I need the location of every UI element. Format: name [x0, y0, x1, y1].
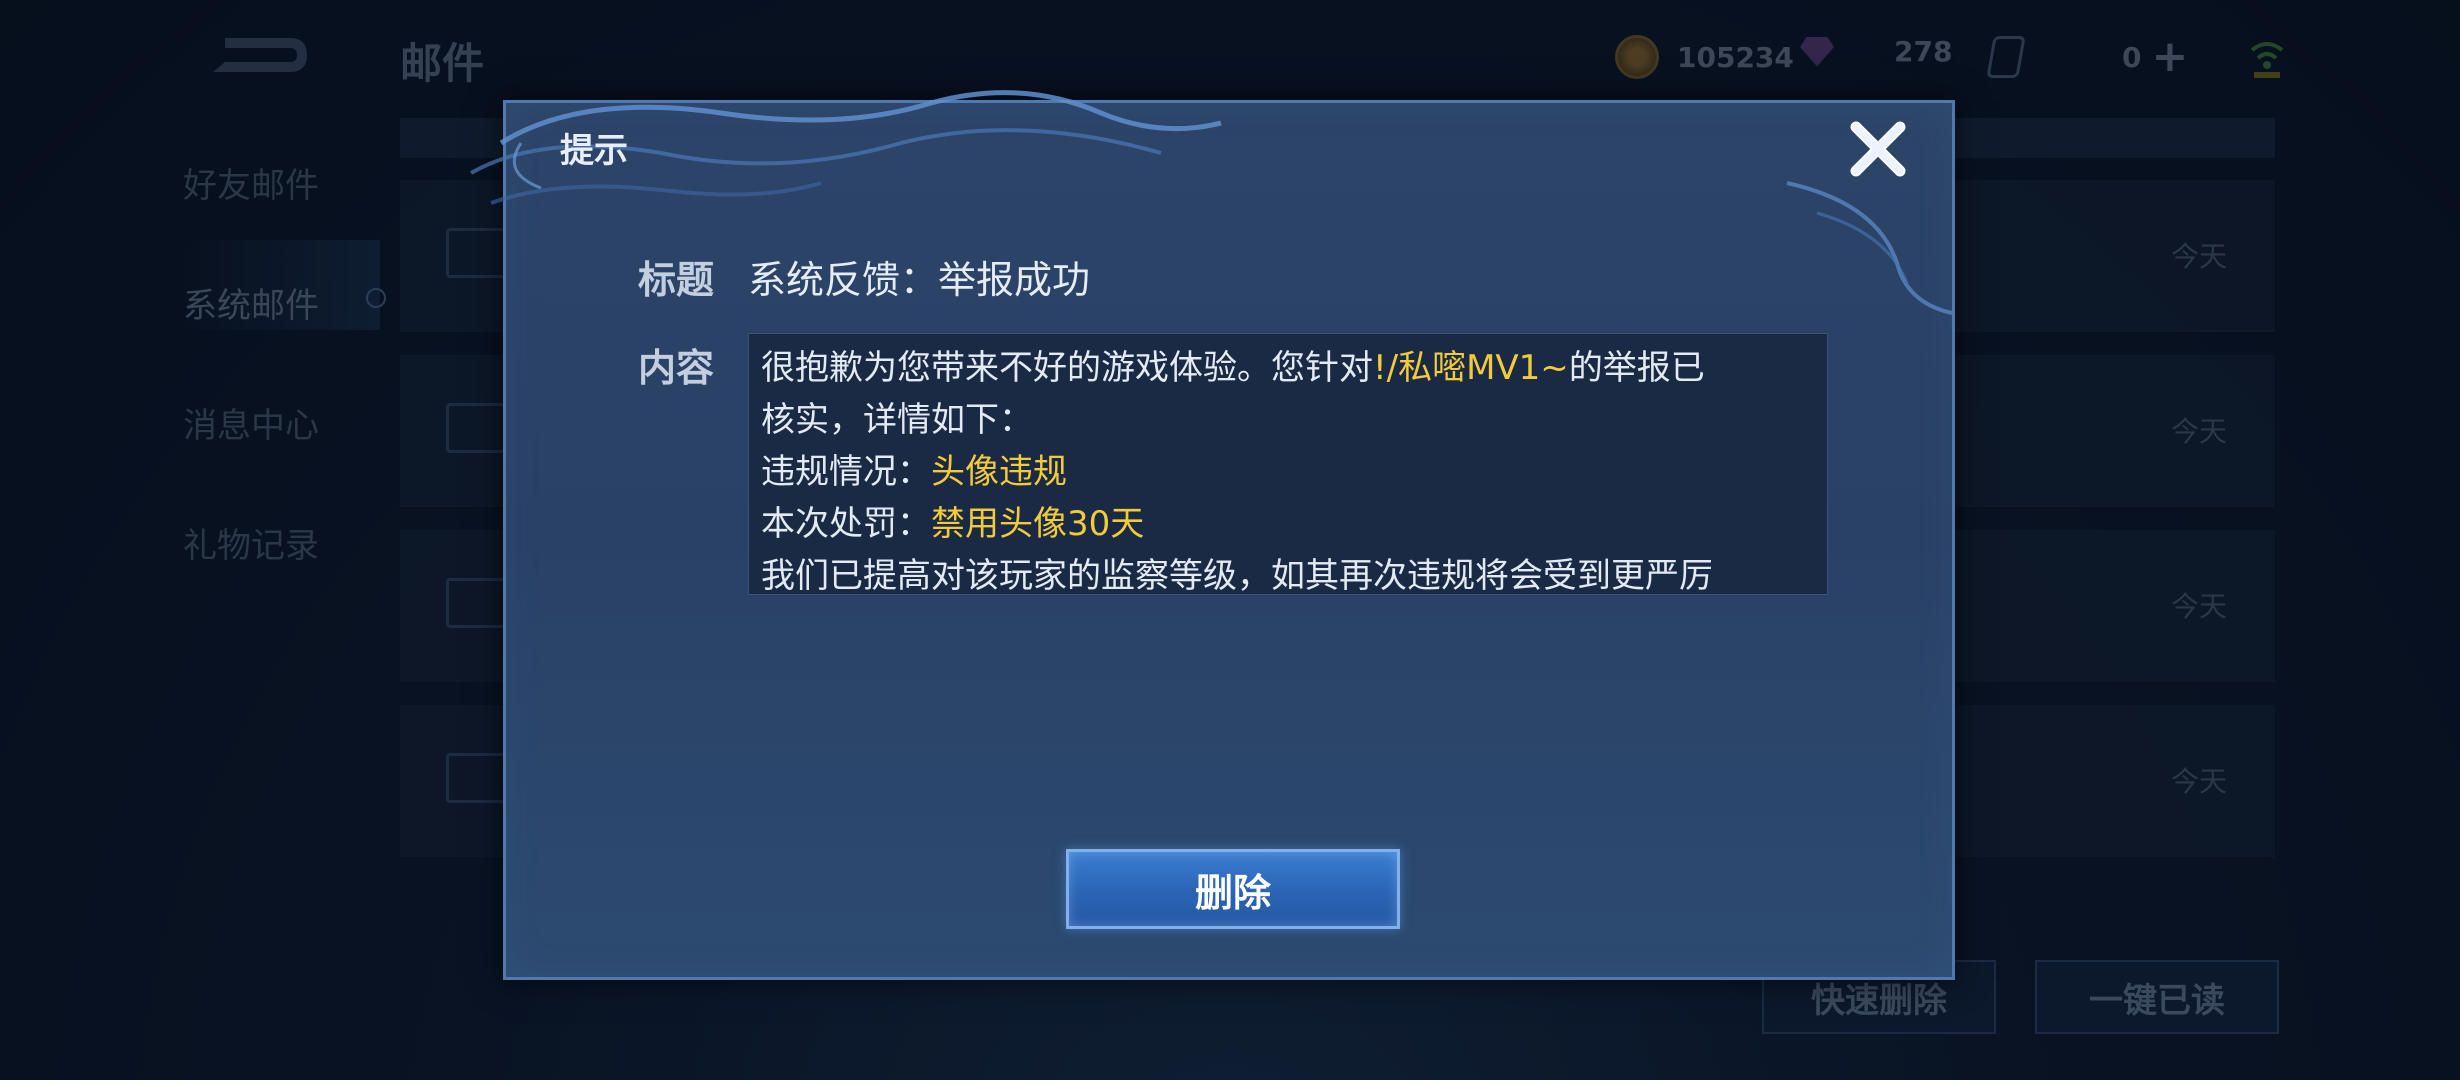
penalty-value: 禁用头像30天 [931, 504, 1145, 544]
violation-label: 违规情况： [761, 452, 931, 492]
penalty-label: 本次处罚： [761, 504, 931, 544]
content-line: 很抱歉为您带来不好的游戏体验。您针对!/私嘧MV1~的举报已 [761, 342, 1815, 394]
content-line: 我们已提高对该玩家的监察等级，如其再次违规将会受到更严厉 [761, 556, 1713, 595]
subject-label: 标题 [638, 258, 715, 302]
dialog-title: 提示 [560, 131, 628, 171]
content-text: 很抱歉为您带来不好的游戏体验。您针对 [761, 348, 1373, 388]
content-text: 的举报已 [1568, 348, 1705, 388]
subject-text: 系统反馈：举报成功 [748, 258, 1091, 302]
close-icon[interactable] [1842, 113, 1914, 185]
decorative-corner-swirl-icon [1786, 181, 1953, 315]
content-scroll-area[interactable]: 很抱歉为您带来不好的游戏体验。您针对!/私嘧MV1~的举报已 核实，详情如下： … [748, 333, 1828, 595]
content-line: 核实，详情如下： [761, 400, 1033, 440]
violation-value: 头像违规 [931, 452, 1067, 492]
delete-button[interactable]: 删除 [1066, 849, 1400, 929]
reported-player-name: !/私嘧MV1~ [1373, 348, 1569, 388]
notice-dialog: 提示 标题 系统反馈：举报成功 内容 很抱歉为您带来不好的游戏体验。您针对!/私… [470, 90, 1955, 980]
content-label: 内容 [638, 346, 715, 390]
content-line: 违规情况：头像违规 [761, 446, 1815, 498]
content-line: 本次处罚：禁用头像30天 [761, 498, 1815, 550]
